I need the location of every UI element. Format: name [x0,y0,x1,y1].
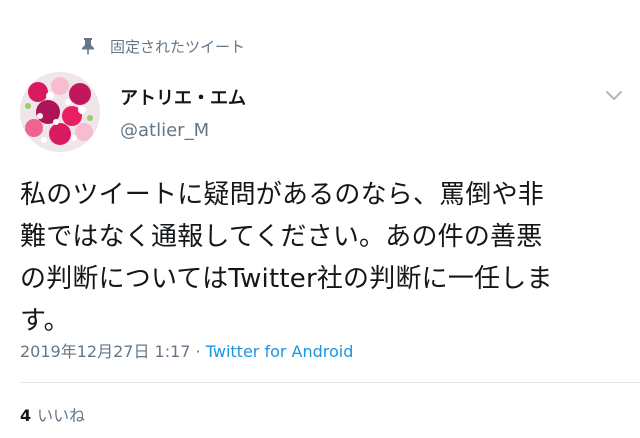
author-handle[interactable]: @atlier_M [120,120,209,141]
tweet-line: 私のツイートに疑問があるのなら、罵倒や非 [20,180,545,210]
tweet-line: す。 [20,306,70,336]
tweet-line: の判断についてはTwitter社の判断に一任しま [20,264,553,294]
pin-icon [82,38,94,55]
likes-label: いいね [37,406,86,425]
chevron-down-icon[interactable] [604,88,624,102]
tweet-timestamp: 2019年12月27日 1:17 [20,342,191,361]
tweet-text: 私のツイートに疑問があるのなら、罵倒や非 難ではなく通報してください。あの件の善… [20,174,630,342]
pinned-indicator: 固定されたツイート [80,36,245,56]
likes-count: 4 [20,406,32,425]
meta-separator: · [190,342,206,361]
pinned-label: 固定されたツイート [110,37,246,56]
likes-stat[interactable]: 4 いいね [20,402,85,426]
tweet-line: 難ではなく通報してください。あの件の善悪 [20,222,543,252]
tweet-meta: 2019年12月27日 1:17 · Twitter for Android [20,338,353,362]
flower-bouquet-avatar [20,72,100,152]
author-display-name[interactable]: アトリエ・エム [120,84,246,110]
avatar[interactable] [20,72,100,152]
tweet-source-link[interactable]: Twitter for Android [206,342,354,361]
divider [20,382,640,383]
